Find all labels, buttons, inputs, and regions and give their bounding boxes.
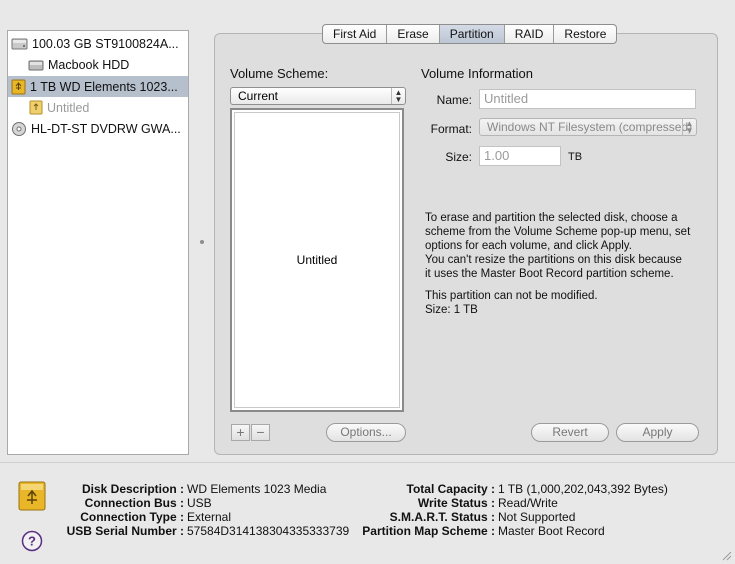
connection-bus-value: USB (187, 496, 212, 510)
options-button[interactable]: Options... (326, 423, 406, 442)
partition-layout-map[interactable]: Untitled (230, 108, 404, 412)
partition-status: This partition can not be modified. Size… (425, 289, 710, 317)
instruction-line: options for each volume, and click Apply… (425, 240, 632, 252)
sidebar-item-wd-elements[interactable]: 1 TB WD Elements 1023... (8, 76, 188, 97)
instruction-line: To erase and partition the selected disk… (425, 212, 678, 224)
tab-first-aid[interactable]: First Aid (323, 25, 388, 43)
sidebar-item-label: Macbook HDD (48, 57, 130, 72)
usb-serial-key: USB Serial Number : (66, 524, 184, 538)
volume-scheme-heading: Volume Scheme: (230, 66, 329, 81)
status-line: Size: 1 TB (425, 304, 478, 316)
smart-status-value: Not Supported (498, 510, 576, 524)
size-unit: TB (568, 151, 583, 163)
sidebar-item-label: 1 TB WD Elements 1023... (30, 79, 178, 94)
smart-status-key: S.M.A.R.T. Status : (389, 510, 495, 524)
connection-type-key: Connection Type : (80, 510, 184, 524)
svg-text:?: ? (28, 534, 36, 549)
sidebar-item-label: HL-DT-ST DVDRW GWA... (31, 121, 181, 136)
volume-icon (28, 60, 44, 71)
popup-arrows-icon: ▲ ▼ (391, 88, 405, 104)
help-icon[interactable]: ? (21, 530, 43, 552)
sidebar-item-internal-disk[interactable]: 100.03 GB ST9100824A... (8, 33, 188, 54)
disk-list-sidebar[interactable]: 100.03 GB ST9100824A... Macbook HDD 1 TB… (7, 30, 189, 455)
add-partition-button[interactable]: + (231, 424, 250, 441)
resize-grip-icon[interactable] (720, 549, 732, 561)
write-status-value: Read/Write (498, 496, 558, 510)
partition-map-key: Partition Map Scheme : (362, 524, 495, 538)
partition-map-value: Master Boot Record (498, 524, 605, 538)
connection-type-value: External (187, 510, 232, 524)
partition-instructions: To erase and partition the selected disk… (425, 211, 710, 281)
write-status-key: Write Status : (417, 496, 495, 510)
instruction-line: You can't resize the partitions on this … (425, 254, 682, 266)
sidebar-item-dvd-drive[interactable]: HL-DT-ST DVDRW GWA... (8, 118, 188, 139)
size-field[interactable]: 1.00 (479, 146, 561, 166)
popup-arrows-icon: ▲ ▼ (682, 119, 696, 135)
tab-raid[interactable]: RAID (505, 25, 555, 43)
name-label: Name: (436, 93, 472, 107)
instruction-line: scheme from the Volume Scheme pop-up men… (425, 226, 691, 238)
external-usb-disk-icon (11, 79, 26, 94)
optical-drive-icon (12, 121, 26, 136)
connection-bus-key: Connection Bus : (84, 496, 184, 510)
info-divider (0, 462, 735, 463)
disk-description-value: WD Elements 1023 Media (187, 482, 327, 496)
format-selected: Windows NT Filesystem (compressed) (487, 120, 693, 134)
total-capacity-key: Total Capacity : (406, 482, 495, 496)
tab-erase[interactable]: Erase (387, 25, 440, 43)
partition-block[interactable]: Untitled (234, 112, 400, 408)
sidebar-item-label: Untitled (47, 100, 90, 115)
sidebar-item-label: 100.03 GB ST9100824A... (32, 36, 179, 51)
partition-block-label: Untitled (296, 253, 338, 267)
volume-scheme-selected: Current (238, 89, 279, 103)
usb-serial-value: 57584D314138304335333739 (187, 524, 350, 538)
disk-description-key: Disk Description : (81, 482, 184, 496)
sidebar-item-macbook-hdd[interactable]: Macbook HDD (8, 54, 188, 75)
size-label: Size: (445, 150, 472, 164)
tab-restore[interactable]: Restore (554, 25, 616, 43)
tab-bar: First Aid Erase Partition RAID Restore (322, 24, 618, 44)
volume-information-heading: Volume Information (421, 66, 534, 81)
status-line: This partition can not be modified. (425, 290, 598, 302)
remove-partition-button[interactable]: − (251, 424, 270, 441)
usb-disk-large-icon (18, 481, 46, 511)
split-view-handle[interactable] (200, 240, 204, 244)
apply-button[interactable]: Apply (616, 423, 699, 442)
tab-partition[interactable]: Partition (439, 25, 505, 43)
internal-disk-icon (11, 38, 28, 50)
total-capacity-value: 1 TB (1,000,202,043,392 Bytes) (498, 482, 668, 496)
format-label: Format: (430, 122, 472, 136)
revert-button[interactable]: Revert (531, 423, 609, 442)
sidebar-item-untitled-volume[interactable]: Untitled (8, 97, 188, 118)
external-volume-icon (29, 100, 43, 115)
instruction-line: it uses the Master Boot Record partition… (425, 268, 674, 280)
format-popup[interactable]: Windows NT Filesystem (compressed) ▲ ▼ (479, 118, 697, 136)
volume-scheme-popup[interactable]: Current ▲ ▼ (230, 87, 406, 105)
name-field[interactable]: Untitled (479, 89, 696, 109)
